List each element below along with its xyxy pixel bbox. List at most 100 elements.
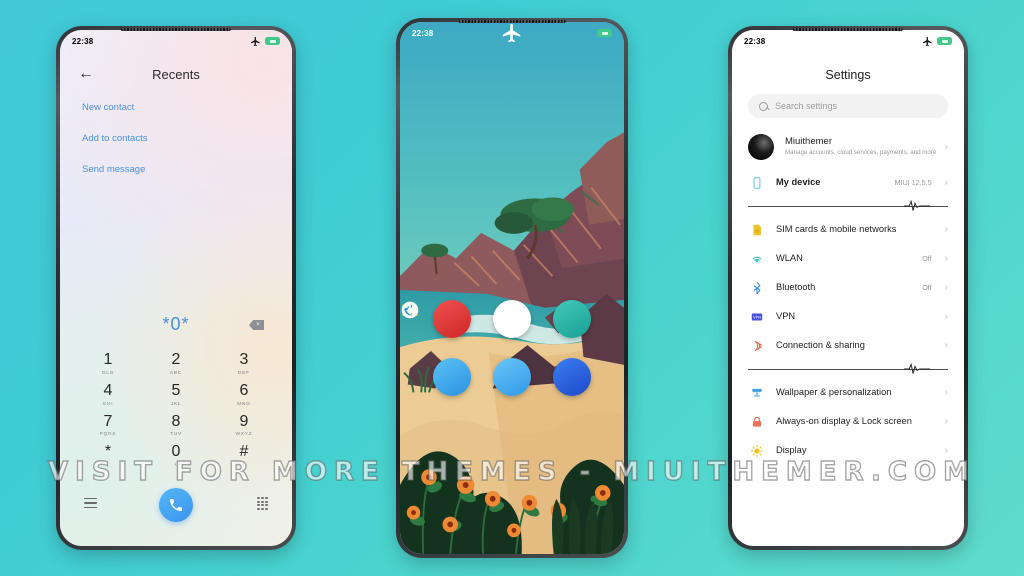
key-digit: 4: [103, 381, 113, 399]
key-4[interactable]: 4 GHI: [74, 381, 142, 406]
key-digit: 8: [171, 412, 181, 430]
key-digit: 5: [171, 381, 181, 399]
app-downloads[interactable]: [405, 303, 542, 396]
settings-row-value: Off: [922, 254, 932, 263]
key-0[interactable]: 0 +: [142, 443, 210, 468]
settings-row-my-device[interactable]: My device MIUI 12.5.5 ›: [732, 168, 964, 197]
status-clock: 22:38: [72, 36, 94, 46]
settings-row-display[interactable]: Display ›: [732, 436, 964, 465]
status-bar-middle: 22:38: [400, 22, 624, 44]
settings-row-label: WLAN: [776, 253, 803, 264]
lock-icon: [748, 415, 765, 429]
chevron-right-icon: ›: [944, 282, 948, 293]
search-placeholder: Search settings: [775, 101, 838, 111]
avatar: [748, 134, 774, 160]
dialer-bottom-bar: [60, 488, 292, 532]
screenshot-stage: 22:38 ← Recents New contact Add to conta…: [0, 0, 1024, 576]
call-button[interactable]: [159, 488, 193, 522]
keypad-dots-icon[interactable]: [257, 497, 268, 510]
status-bar-right: 22:38: [732, 30, 964, 52]
dialpad: 1 OLD 2 ABC 3 DEF 4 GHI 5 JKL 6 MNO 7 PQRS 8 TUV…: [74, 351, 278, 468]
action-add-to-contacts[interactable]: Add to contacts: [82, 133, 270, 144]
settings-row-value: Off: [922, 283, 932, 292]
key-3[interactable]: 3 DEF: [210, 351, 278, 375]
phone-outline-icon: [748, 176, 765, 190]
app-file-manager[interactable]: [402, 300, 542, 338]
search-icon: [759, 101, 768, 111]
key-digit: 2: [171, 351, 181, 368]
settings-row-sim-cards[interactable]: SIM cards & mobile networks ›: [732, 215, 964, 244]
key-letters: OLD: [101, 369, 115, 375]
sim-card-icon: [748, 223, 765, 237]
speaker-grille: [458, 20, 566, 23]
profile-subtitle: Manage accounts, cloud services, payment…: [785, 149, 937, 156]
settings-row-label: Bluetooth: [776, 282, 816, 293]
key-2[interactable]: 2 ABC: [142, 351, 210, 375]
key-6[interactable]: 6 MNO: [210, 382, 278, 406]
bluetooth-icon: [748, 281, 765, 295]
speaker-grille: [120, 28, 232, 31]
key-5[interactable]: 5 JKL: [142, 381, 210, 406]
key-letters: JKL: [170, 400, 182, 406]
wallpaper-illustration: [400, 22, 624, 554]
settings-row-wlan[interactable]: WLAN Off ›: [732, 244, 964, 273]
chevron-right-icon: ›: [944, 253, 948, 264]
settings-row-wallpaper[interactable]: Wallpaper & personalization ›: [732, 378, 964, 407]
action-new-contact[interactable]: New contact: [82, 102, 270, 113]
battery-icon: [937, 37, 952, 45]
key-star[interactable]: *,: [74, 443, 142, 468]
key-digit: 0: [171, 443, 181, 461]
page-title: Settings: [825, 68, 871, 82]
battery-icon: [597, 29, 612, 37]
chevron-right-icon: ›: [944, 416, 948, 427]
chevron-right-icon: ›: [944, 177, 948, 188]
app-recorder[interactable]: [404, 300, 482, 338]
wallpaper: 22:38: [400, 22, 624, 554]
back-arrow-icon[interactable]: ←: [78, 66, 94, 82]
wifi-icon: [748, 252, 765, 266]
key-1[interactable]: 1 OLD: [74, 351, 142, 375]
wallpaper-icon: [748, 386, 765, 400]
compass-icon: [401, 301, 419, 319]
settings-row-always-on-display[interactable]: Always-on display & Lock screen ›: [732, 407, 964, 436]
app-camera-video[interactable]: [402, 300, 602, 338]
key-digit: 9: [239, 412, 249, 430]
phone-right-settings: 22:38 Settings Search settings Miuitheme…: [728, 26, 968, 550]
key-digit: 1: [103, 351, 113, 368]
dialer-action-list: New contact Add to contacts Send message: [82, 102, 270, 195]
chevron-right-icon: ›: [944, 141, 948, 153]
key-letters: ABC: [169, 369, 183, 375]
app-browser[interactable]: [402, 302, 482, 396]
key-letters: MNO: [237, 400, 251, 406]
status-clock: 22:38: [744, 36, 766, 46]
key-9[interactable]: 9 WXYZ: [210, 412, 278, 437]
heartbeat-divider-icon: [748, 362, 948, 376]
key-8[interactable]: 8 TUV: [142, 412, 210, 437]
key-digit: #: [239, 443, 249, 461]
key-hash[interactable]: #;: [210, 443, 278, 468]
menu-icon[interactable]: [84, 498, 97, 511]
settings-row-label: SIM cards & mobile networks: [776, 224, 897, 235]
airplane-icon: [250, 36, 260, 46]
settings-row-label: Always-on display & Lock screen: [776, 416, 912, 427]
airplane-icon: [502, 23, 521, 43]
settings-row-label: Wallpaper & personalization: [776, 387, 892, 398]
key-digit: *: [104, 443, 112, 461]
key-letters: +: [174, 462, 178, 468]
profile-row[interactable]: Miuithemer Manage accounts, cloud servic…: [732, 128, 964, 168]
dialer-screen: 22:38 ← Recents New contact Add to conta…: [60, 30, 292, 546]
key-digit: 7: [103, 412, 113, 430]
app-control-center[interactable]: [401, 301, 602, 396]
dialer-header: ← Recents: [60, 56, 292, 92]
action-send-message[interactable]: Send message: [82, 164, 270, 175]
settings-row-connection-sharing[interactable]: Connection & sharing ›: [732, 331, 964, 360]
call-icon: [170, 499, 182, 511]
key-letters: TUV: [170, 431, 182, 437]
key-7[interactable]: 7 PQRS: [74, 412, 142, 437]
settings-row-bluetooth[interactable]: Bluetooth Off ›: [732, 273, 964, 302]
search-input[interactable]: Search settings: [748, 94, 948, 118]
airplane-icon: [922, 36, 932, 46]
settings-row-vpn[interactable]: VPN VPN ›: [732, 302, 964, 331]
key-letters: PQRS: [99, 431, 117, 437]
settings-list: Miuithemer Manage accounts, cloud servic…: [732, 128, 964, 546]
